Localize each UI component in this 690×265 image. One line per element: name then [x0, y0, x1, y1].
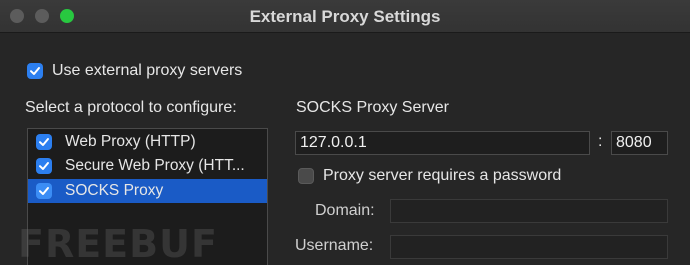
checkmark-icon	[39, 187, 49, 195]
domain-label: Domain:	[315, 202, 375, 219]
use-external-proxy-checkbox[interactable]	[27, 63, 43, 79]
requires-password-label[interactable]: Proxy server requires a password	[323, 167, 561, 185]
checkmark-icon	[39, 138, 49, 146]
protocol-item-label: Web Proxy (HTTP)	[65, 133, 196, 150]
checkmark-icon	[30, 67, 40, 75]
host-port-separator: :	[598, 133, 603, 150]
username-input[interactable]	[391, 236, 667, 258]
socks-proxy-checkbox[interactable]	[36, 183, 52, 199]
server-heading: SOCKS Proxy Server	[296, 99, 449, 116]
window-title: External Proxy Settings	[249, 7, 441, 26]
username-field[interactable]	[390, 235, 668, 259]
domain-field[interactable]	[390, 199, 668, 223]
proxy-host-field[interactable]	[295, 131, 590, 155]
protocol-item-label: SOCKS Proxy	[65, 182, 164, 199]
requires-password-checkbox[interactable]	[298, 168, 314, 184]
protocol-item-secure-web-proxy[interactable]: Secure Web Proxy (HTT...	[28, 154, 267, 178]
domain-input[interactable]	[391, 200, 667, 222]
proxy-host-input[interactable]	[296, 132, 589, 154]
checkmark-icon	[39, 162, 49, 170]
proxy-settings-window: External Proxy Settings Use external pro…	[0, 0, 690, 265]
protocol-item-socks-proxy[interactable]: SOCKS Proxy	[28, 179, 267, 203]
title-bar: External Proxy Settings	[0, 0, 690, 33]
proxy-port-field[interactable]	[611, 131, 668, 155]
protocol-item-web-proxy[interactable]: Web Proxy (HTTP)	[28, 130, 267, 154]
secure-web-proxy-checkbox[interactable]	[36, 158, 52, 174]
username-label: Username:	[295, 237, 374, 254]
proxy-port-input[interactable]	[612, 132, 667, 154]
protocol-item-label: Secure Web Proxy (HTT...	[65, 157, 245, 174]
web-proxy-checkbox[interactable]	[36, 134, 52, 150]
use-external-proxy-label[interactable]: Use external proxy servers	[52, 62, 242, 80]
protocol-list-heading: Select a protocol to configure:	[25, 99, 237, 116]
watermark: FREEBUF	[18, 222, 218, 265]
